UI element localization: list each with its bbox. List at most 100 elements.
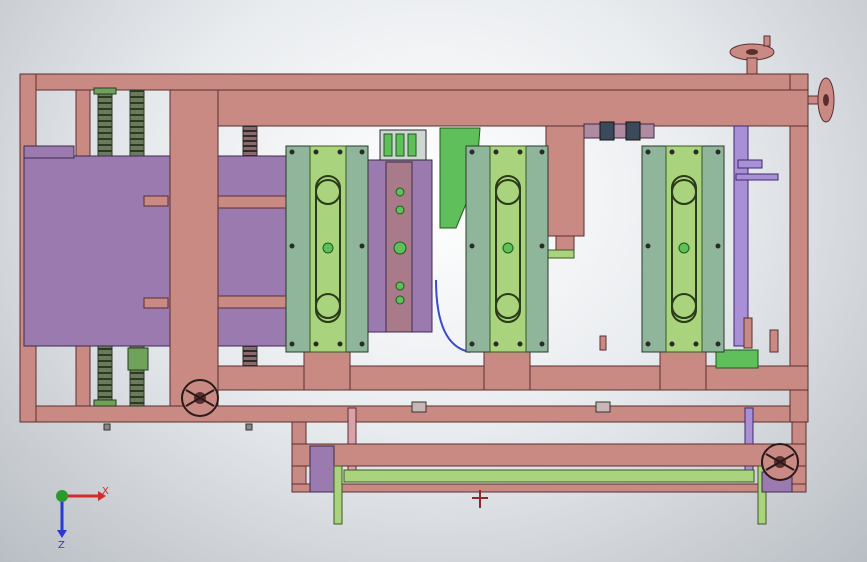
small-post-3 [769,329,779,353]
cutter-bolt [469,243,475,249]
cutter-bolt [359,341,365,347]
cutter-bolt [693,341,699,347]
frame-top-beam [19,73,809,91]
cutter-bolt [715,243,721,249]
cylinder-fitting-3 [407,133,417,157]
handwheel-right-edge-shaft [807,95,819,105]
frame-left-inner-post [75,89,91,161]
actuator-tab [547,249,575,259]
screw-collar-bottom [93,399,117,407]
cylinder-fitting-2 [395,133,405,157]
coupling-2 [625,121,641,141]
cutter-bolt [669,149,675,155]
cutter-bolt [539,341,545,347]
triad-x-label: X [102,486,109,497]
motor-body [23,155,293,347]
frame-inner-top-rail [217,89,809,127]
handwheel-top-right-hub [746,49,758,55]
motor-top-cap [23,145,75,159]
cutter-bolt [645,341,651,347]
slide-bolt-3 [393,241,407,255]
foot-4 [595,401,611,413]
cutter-bolt [715,341,721,347]
cutter-bolt [289,341,295,347]
cutter-module-1 [285,145,369,391]
slide-bolt-2 [395,205,405,215]
motor-block [23,145,293,347]
cutter-module-3 [641,145,725,391]
cutter-bolt [469,341,475,347]
handwheel-right-edge-hub [823,94,829,106]
coupling-rod [583,123,655,139]
small-post-1 [599,335,607,351]
cutter-base-block [659,349,707,391]
frame-left-inner-post-2 [75,345,91,407]
motor-bracket-1-front [143,195,169,207]
cutter-bolt [469,149,475,155]
guide-rod-collar [737,159,763,169]
cutter-module-2 [465,145,549,391]
triad-z-label: Z [58,540,65,550]
cutter-bolt [645,149,651,155]
green-bracket [715,349,759,369]
machine-assembly-top-view [19,35,835,525]
actuator-body [545,125,585,237]
foot-1 [103,423,111,431]
foot-3 [411,401,427,413]
cutter-base-block [303,349,351,391]
cutter-bolt [669,341,675,347]
ext-bottom-beam [291,483,807,493]
cad-viewport[interactable]: X Z [0,0,867,562]
cutter-bolt [337,341,343,347]
actuator-rod [555,235,575,251]
ext-top-beam [291,443,807,467]
cutter-center-bolt [678,242,690,254]
screw-collar-top [93,87,117,95]
handwheel-top-right [729,35,775,75]
cutter-bolt [289,243,295,249]
cutter-bolt [693,149,699,155]
handwheel-top-right-shaft [746,57,758,75]
cutter-bolt [645,243,651,249]
cutter-center-bolt [322,242,334,254]
cutter-modules [285,145,725,391]
cutter-bolt [289,149,295,155]
coordinate-triad: X Z [56,486,109,550]
cutter-bolt [359,243,365,249]
motor-rail-lower [217,295,289,309]
frame-vertical-column-front [169,89,219,407]
handwheel-right-edge [807,77,835,123]
cutter-base-block [483,349,531,391]
guide-rod-cross [735,173,779,181]
screw-nut-bottom [127,347,149,371]
handwheel-top-right-knob [763,35,771,47]
cutter-bolt [539,149,545,155]
motor-bracket-2-front [143,297,169,309]
ext-guide-left [333,465,343,525]
guide-rod-vertical [733,125,749,347]
conveyor-slider [343,469,755,483]
cutter-bolt [493,341,499,347]
cutter-bolt [337,149,343,155]
slide-bolt-5 [395,295,405,305]
cutter-bolt [313,341,319,347]
ext-plate-left [309,445,335,493]
cutter-bolt [313,149,319,155]
cutter-bolt [359,149,365,155]
slide-bolt-4 [395,281,405,291]
handwheel-left [181,379,219,417]
cylinder-fitting-1 [383,133,393,157]
cutter-bolt [715,149,721,155]
coupling-1 [599,121,615,141]
bottom-extension [291,421,807,525]
triad-z-arrow [57,530,67,538]
triad-y-axis [56,490,68,502]
handwheel-bottom-right [761,443,799,481]
cutter-bolt [493,149,499,155]
slide-bolt-1 [395,187,405,197]
cutter-bolt [539,243,545,249]
rear-actuator [545,121,655,259]
cutter-bolt [517,149,523,155]
small-post-2 [743,317,753,349]
foot-2 [245,423,253,431]
